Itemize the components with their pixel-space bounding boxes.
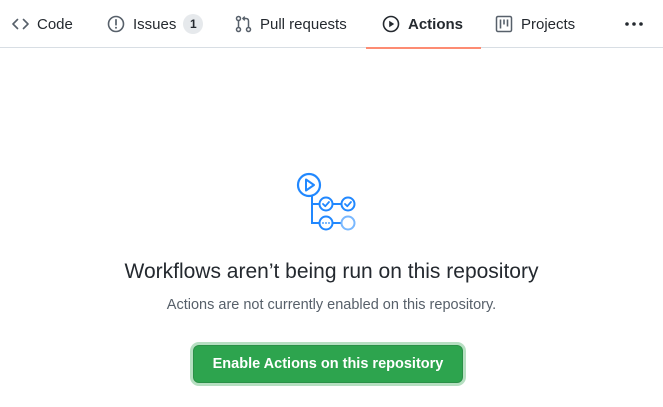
workflow-graph-icon <box>295 120 359 238</box>
tab-actions[interactable]: Actions <box>366 0 482 49</box>
tab-code-label: Code <box>37 15 73 33</box>
tab-code[interactable]: Code <box>12 0 73 48</box>
tab-actions-label: Actions <box>408 15 464 33</box>
git-pull-request-icon <box>235 15 252 33</box>
project-icon <box>495 15 513 33</box>
tab-pull-requests[interactable]: Pull requests <box>235 0 347 48</box>
blankslate-heading: Workflows aren’t being run on this repos… <box>124 260 539 283</box>
play-icon <box>382 15 400 33</box>
issues-count-badge: 1 <box>183 14 204 34</box>
enable-actions-button[interactable]: Enable Actions on this repository <box>193 345 463 383</box>
kebab-horizontal-icon[interactable] <box>622 12 646 36</box>
issue-opened-icon <box>107 15 125 33</box>
blankslate-description: Actions are not currently enabled on thi… <box>166 297 497 313</box>
code-icon <box>12 16 29 32</box>
tab-issues[interactable]: Issues 1 <box>107 0 204 48</box>
tab-projects[interactable]: Projects <box>495 0 575 48</box>
tab-issues-label: Issues <box>133 15 177 33</box>
tab-pull-requests-label: Pull requests <box>260 15 347 33</box>
repo-nav-tabs: Code Issues 1 Pull requests Actions Proj… <box>0 0 663 49</box>
tab-projects-label: Projects <box>521 15 576 33</box>
